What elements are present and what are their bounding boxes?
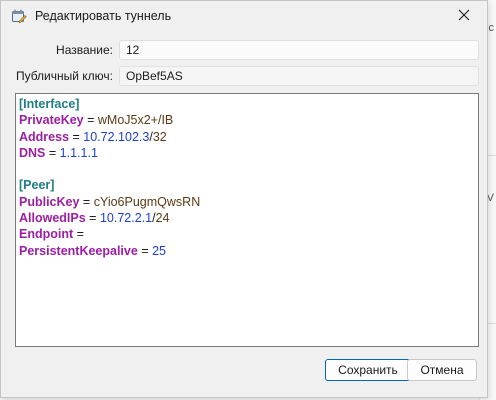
save-button[interactable]: Сохранить [325, 359, 411, 381]
config-line: [Interface] [19, 96, 475, 112]
edit-tunnel-dialog: Редактировать туннель Название: 12 Публи… [0, 0, 488, 398]
public-key-label: Публичный ключ: [15, 69, 113, 83]
public-key-value: OpBef5AS [126, 69, 183, 83]
equals-sign: = [141, 243, 153, 258]
equals-sign: = [87, 113, 98, 128]
interface-section-header: [Interface] [19, 97, 80, 111]
close-button[interactable] [441, 1, 487, 31]
config-line: PublicKey = cYio6PugmQwsRN [19, 194, 475, 210]
peer-section-header: [Peer] [19, 178, 55, 193]
equals-sign: = [82, 194, 94, 209]
dns-value: 1.1.1.1 [59, 145, 98, 160]
dns-key: DNS [19, 145, 46, 160]
address-mask: 32 [152, 129, 167, 144]
public-key-row: Публичный ключ: OpBef5AS [1, 66, 487, 88]
allowed-ips-key: AllowedIPs [19, 211, 86, 226]
private-key-value: wMoJ5x2+/IB [97, 113, 174, 128]
allowed-ips-mask: 24 [155, 211, 170, 226]
title-bar[interactable]: Редактировать туннель [1, 1, 487, 31]
private-key-key: PrivateKey [19, 113, 84, 128]
persistent-keepalive-key: PersistentKeepalive [19, 243, 138, 258]
config-line: Address = 10.72.102.3/32 [19, 129, 475, 145]
name-row: Название: 12 [1, 40, 487, 62]
config-line: DNS = 1.1.1.1 [19, 145, 475, 161]
equals-sign: = [76, 227, 84, 242]
public-key-key: PublicKey [19, 194, 80, 209]
name-label: Название: [56, 43, 113, 57]
redaction-mask [200, 195, 251, 209]
equals-sign: = [89, 211, 100, 226]
config-line: AllowedIPs = 10.72.2.1/24 [19, 210, 475, 226]
equals-sign: = [48, 145, 60, 160]
tunnel-edit-icon [11, 8, 27, 24]
endpoint-key: Endpoint [19, 227, 74, 242]
close-icon [458, 9, 470, 24]
config-line: PersistentKeepalive = 25 [19, 243, 475, 259]
public-key-field[interactable]: OpBef5AS [119, 66, 479, 86]
config-line: Endpoint = [19, 226, 475, 242]
persistent-keepalive-value: 25 [152, 243, 166, 258]
address-key: Address [19, 129, 70, 144]
config-editor[interactable]: [Interface] PrivateKey = wMoJ5x2+/IB Add… [15, 93, 479, 347]
address-ip: 10.72.102.3 [83, 129, 150, 144]
equals-sign: = [72, 129, 84, 144]
cancel-button[interactable]: Отмена [407, 359, 477, 381]
config-blank-line [19, 161, 475, 177]
name-input[interactable]: 12 [119, 40, 479, 60]
public-key-config-value: cYio6PugmQwsRN [93, 194, 201, 209]
config-line: PrivateKey = wMoJ5x2+/IB [19, 112, 475, 128]
redaction-mask [173, 114, 224, 128]
dialog-title: Редактировать туннель [35, 9, 172, 23]
allowed-ips-ip: 10.72.2.1 [99, 211, 153, 226]
config-line: [Peer] [19, 177, 475, 193]
